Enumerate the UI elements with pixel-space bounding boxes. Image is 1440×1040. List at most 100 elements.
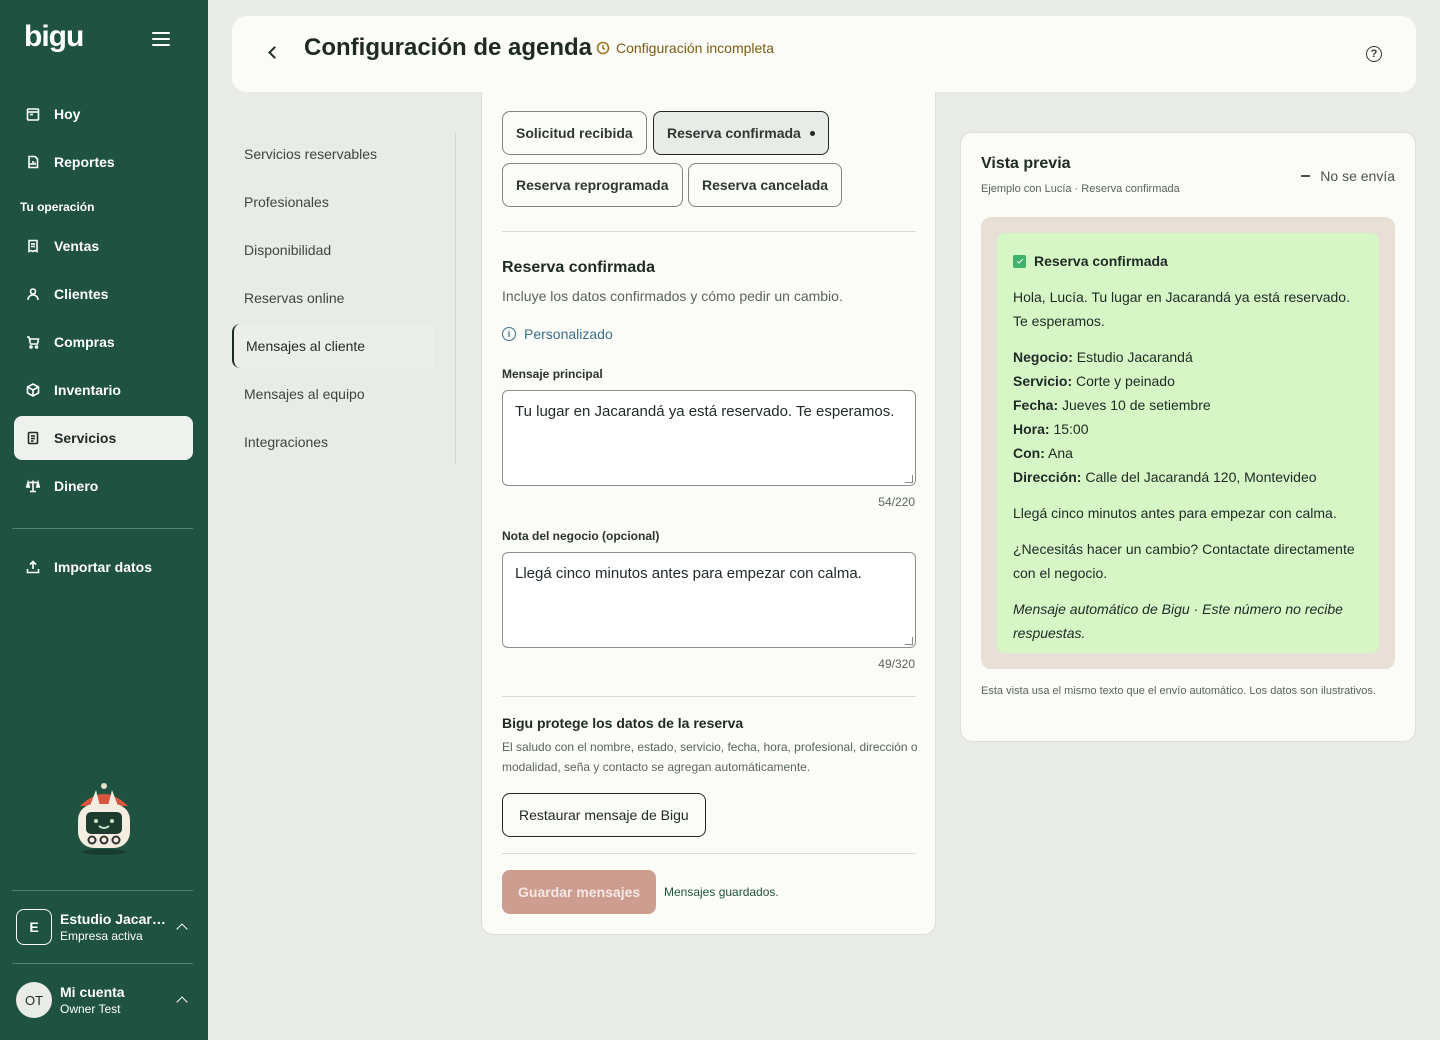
help-icon[interactable]: ? (1366, 46, 1382, 62)
message-editor: Solicitud recibida Reserva confirmada Re… (481, 92, 936, 935)
subnav-item-mensajes-cliente[interactable]: Mensajes al cliente (232, 324, 434, 368)
status-badge: Configuración incompleta (596, 40, 774, 56)
subnav-item-mensajes-equipo[interactable]: Mensajes al equipo (232, 372, 434, 416)
subnav-item-profesionales[interactable]: Profesionales (232, 180, 434, 224)
preview-subtitle: Ejemplo con Lucía · Reserva confirmada (981, 183, 1180, 195)
sidebar-item-label: Servicios (54, 430, 117, 446)
app-logo[interactable]: bigu (24, 20, 84, 54)
company-status: Empresa activa (60, 929, 143, 943)
field-key: Con: (1013, 445, 1045, 461)
bubble-footer: Mensaje automático de Bigu · Este número… (1013, 601, 1343, 641)
main-message-label: Mensaje principal (502, 367, 603, 381)
checkbox-icon (1013, 254, 1026, 268)
chevron-up-icon (176, 923, 188, 935)
field-key: Dirección: (1013, 469, 1082, 485)
receipt-icon (26, 239, 40, 253)
divider (12, 963, 193, 964)
page-title: Configuración de agenda (304, 34, 593, 61)
dash-icon (1301, 175, 1311, 177)
sidebar-item-inventario[interactable]: Inventario (14, 368, 193, 412)
bubble-header-text: Reserva confirmada (1034, 253, 1168, 269)
calendar-icon (26, 107, 40, 121)
mascot-icon (78, 783, 130, 855)
chip-solicitud-recibida[interactable]: Solicitud recibida (502, 111, 647, 155)
sidebar-item-servicios[interactable]: Servicios (14, 416, 193, 460)
sidebar-item-label: Hoy (54, 106, 81, 122)
page-header: Configuración de agenda Configuración in… (232, 16, 1416, 92)
field-value: Calle del Jacarandá 120, Montevideo (1085, 469, 1317, 485)
sidebar-item-reportes[interactable]: Reportes (14, 140, 193, 184)
info-icon: i (502, 327, 516, 341)
chip-label: Reserva confirmada (667, 125, 801, 141)
protect-description: El saludo con el nombre, estado, servici… (502, 740, 918, 774)
menu-icon[interactable] (152, 32, 170, 48)
subnav-item-reservas-online[interactable]: Reservas online (232, 276, 434, 320)
field-value: Ana (1048, 445, 1073, 461)
sidebar-item-label: Importar datos (54, 559, 153, 575)
subnav-item-servicios-reservables[interactable]: Servicios reservables (232, 132, 434, 176)
field-value: Estudio Jacarandá (1076, 349, 1193, 365)
protect-title: Bigu protege los datos de la reserva (502, 715, 744, 731)
field-row: Negocio: Estudio Jacarandá (1013, 345, 1363, 369)
account-menu[interactable]: OT Mi cuenta Owner Test (16, 980, 196, 1020)
chip-reserva-cancelada[interactable]: Reserva cancelada (688, 163, 843, 207)
bubble-fields: Negocio: Estudio Jacarandá Servicio: Cor… (1013, 345, 1363, 489)
subnav-item-integraciones[interactable]: Integraciones (232, 420, 434, 464)
main-message-textarea[interactable]: Tu lugar en Jacarandá ya está reservado.… (502, 390, 916, 486)
divider (12, 890, 193, 891)
custom-label: Personalizado (524, 326, 613, 342)
field-key: Fecha: (1013, 397, 1059, 413)
note-textarea[interactable]: Llegá cinco minutos antes para empezar c… (502, 552, 916, 648)
preview-panel: Vista previa Ejemplo con Lucía · Reserva… (960, 132, 1416, 742)
chip-label: Solicitud recibida (516, 125, 633, 141)
account-user: Owner Test (60, 1002, 121, 1016)
chip-label: Reserva reprogramada (516, 177, 669, 193)
section-label: Tu operación (20, 200, 95, 214)
section-title: Reserva confirmada (502, 259, 655, 276)
subnav-item-disponibilidad[interactable]: Disponibilidad (232, 228, 434, 272)
sidebar-item-label: Clientes (54, 286, 109, 302)
preview-note: Esta vista usa el mismo texto que el env… (981, 685, 1376, 697)
sidebar-item-hoy[interactable]: Hoy (14, 92, 193, 136)
divider (502, 853, 916, 854)
chat-frame: Reserva confirmada Hola, Lucía. Tu lugar… (981, 217, 1395, 669)
save-button[interactable]: Guardar mensajes (502, 870, 657, 914)
restore-button[interactable]: Restaurar mensaje de Bigu (502, 793, 706, 837)
note-value: Llegá cinco minutos antes para empezar c… (515, 565, 862, 582)
report-icon (26, 155, 40, 169)
chip-reserva-confirmada[interactable]: Reserva confirmada (653, 111, 829, 155)
bubble-change: ¿Necesitás hacer un cambio? Contactate d… (1013, 541, 1355, 581)
field-value: 15:00 (1053, 421, 1089, 437)
field-row: Con: Ana (1013, 441, 1363, 465)
back-icon[interactable] (268, 46, 281, 59)
section-description: Incluye los datos confirmados y cómo ped… (502, 288, 843, 304)
sidebar-item-compras[interactable]: Compras (14, 320, 193, 364)
saved-status: Mensajes guardados. (664, 885, 779, 899)
sidebar-item-clientes[interactable]: Clientes (14, 272, 193, 316)
note-count: 49/320 (878, 657, 915, 671)
status-text: Configuración incompleta (616, 40, 774, 56)
field-row: Fecha: Jueves 10 de setiembre (1013, 393, 1363, 417)
divider (502, 231, 916, 232)
sidebar-item-label: Reportes (54, 154, 115, 170)
field-row: Servicio: Corte y peinado (1013, 369, 1363, 393)
company-switcher[interactable]: E Estudio Jacara... Empresa activa (16, 907, 196, 947)
resize-handle-icon[interactable] (905, 475, 913, 483)
field-key: Servicio: (1013, 373, 1073, 389)
sidebar-item-label: Compras (54, 334, 115, 350)
sidebar-item-ventas[interactable]: Ventas (14, 224, 193, 268)
avatar: OT (16, 982, 52, 1018)
sidebar-item-label: Ventas (54, 238, 100, 254)
chip-reserva-reprogramada[interactable]: Reserva reprogramada (502, 163, 683, 207)
sidebar-item-label: Inventario (54, 382, 121, 398)
no-send-label: No se envía (1320, 168, 1395, 184)
account-name: Mi cuenta (60, 984, 125, 1000)
message-bubble: Reserva confirmada Hola, Lucía. Tu lugar… (997, 233, 1379, 653)
resize-handle-icon[interactable] (905, 637, 913, 645)
divider (455, 132, 456, 464)
cart-icon (26, 335, 40, 349)
bubble-greeting: Hola, Lucía. Tu lugar en Jacarandá ya es… (1013, 289, 1350, 329)
sidebar-item-importar[interactable]: Importar datos (14, 545, 193, 589)
sidebar-item-dinero[interactable]: Dinero (14, 464, 193, 508)
no-send-indicator: No se envía (1301, 168, 1395, 184)
